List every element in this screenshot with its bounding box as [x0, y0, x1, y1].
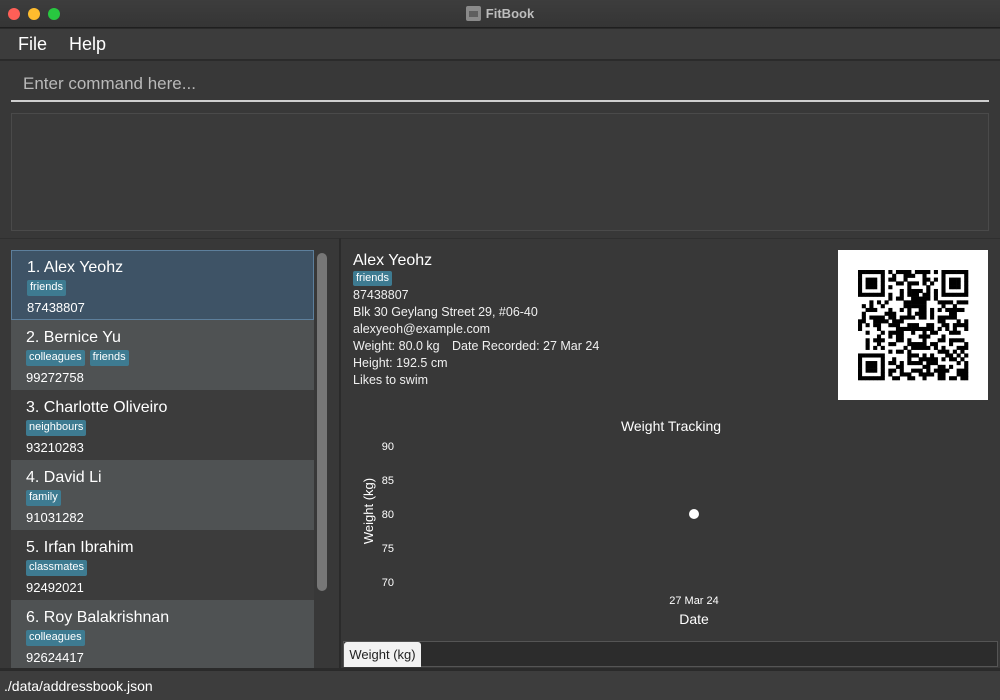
person-phone: 87438807	[27, 300, 85, 315]
chart-y-tick-label: 80	[382, 509, 394, 521]
person-name: 5. Irfan Ibrahim	[26, 539, 134, 556]
result-display-area	[0, 108, 1000, 238]
menu-file[interactable]: File	[18, 34, 47, 55]
person-card[interactable]: 4. David Li family 91031282	[11, 460, 314, 530]
person-list-panel: 1. Alex Yeohz friends 87438807 2. Bernic…	[0, 238, 340, 668]
qr-code-image	[858, 270, 969, 381]
save-location: ./data/addressbook.json	[4, 678, 153, 694]
person-card[interactable]: 2. Bernice Yu colleagues friends 9927275…	[11, 320, 314, 390]
command-box	[0, 61, 1000, 108]
person-tag: colleagues	[26, 350, 85, 366]
app-icon	[465, 6, 481, 21]
menu-bar: File Help	[0, 29, 1000, 60]
person-phone: 92624417	[26, 650, 84, 665]
detail-tag: friends	[353, 271, 393, 286]
person-card[interactable]: 3. Charlotte Oliveiro neighbours 9321028…	[11, 390, 314, 460]
chart-data-point	[689, 509, 699, 519]
detail-address: Blk 30 Geylang Street 29, #06-40	[353, 305, 538, 319]
person-name: 2. Bernice Yu	[26, 329, 121, 346]
minimize-window-button[interactable]	[28, 8, 40, 20]
detail-name: Alex Yeohz	[353, 252, 433, 269]
chart-tab-bar: Weight (kg)	[343, 641, 998, 667]
chart-title: Weight Tracking	[621, 418, 721, 434]
status-bar: ./data/addressbook.json	[0, 670, 1000, 700]
close-window-button[interactable]	[8, 8, 20, 20]
detail-height: Height: 192.5 cm	[353, 356, 448, 370]
person-detail-panel: Alex Yeohz friends 87438807 Blk 30 Geyla…	[341, 238, 1000, 668]
chart-y-tick-label: 70	[382, 577, 394, 589]
person-card[interactable]: 1. Alex Yeohz friends 87438807	[11, 250, 314, 320]
result-display	[11, 113, 989, 231]
detail-note: Likes to swim	[353, 373, 429, 387]
person-tag: classmates	[26, 560, 88, 576]
person-phone: 93210283	[26, 440, 84, 455]
chart-x-axis-label: Date	[679, 611, 709, 627]
person-name: 6. Roy Balakrishnan	[26, 609, 170, 626]
person-name: 3. Charlotte Oliveiro	[26, 399, 168, 416]
chart-y-tick-label: 75	[382, 543, 394, 555]
person-phone: 99272758	[26, 370, 84, 385]
tab-weight[interactable]: Weight (kg)	[344, 642, 421, 667]
person-card[interactable]: 5. Irfan Ibrahim classmates 92492021	[11, 530, 314, 600]
title-bar: FitBook	[0, 0, 1000, 28]
chart-y-tick-label: 85	[382, 475, 394, 487]
chart-x-tick-label: 27 Mar 24	[669, 595, 719, 607]
chart-y-tick-label: 90	[382, 441, 394, 453]
weight-chart: Weight Tracking Weight (kg) Date 90 85 80 7…	[361, 418, 721, 627]
maximize-window-button[interactable]	[48, 8, 60, 20]
chart-y-axis-label: Weight (kg)	[361, 478, 376, 544]
window-controls	[8, 8, 60, 20]
list-scrollbar[interactable]	[317, 253, 327, 591]
person-phone: 92492021	[26, 580, 84, 595]
person-tag: colleagues	[26, 630, 85, 646]
person-name: 1. Alex Yeohz	[27, 259, 124, 276]
qr-code	[838, 250, 988, 400]
person-tag: neighbours	[26, 420, 87, 436]
detail-weight: Weight: 80.0 kg	[353, 339, 440, 353]
person-name: 4. David Li	[26, 469, 102, 486]
detail-phone: 87438807	[353, 288, 409, 302]
detail-date-recorded: Date Recorded: 27 Mar 24	[452, 339, 600, 353]
person-card[interactable]: 6. Roy Balakrishnan colleagues 92624417	[11, 600, 314, 668]
window-title: FitBook	[485, 6, 535, 21]
menu-help[interactable]: Help	[69, 34, 106, 55]
person-phone: 91031282	[26, 510, 84, 525]
person-tag: family	[26, 490, 61, 506]
person-tag: friends	[27, 280, 67, 296]
person-tag: friends	[89, 350, 129, 366]
command-input[interactable]	[11, 68, 989, 102]
detail-email: alexyeoh@example.com	[353, 322, 491, 336]
